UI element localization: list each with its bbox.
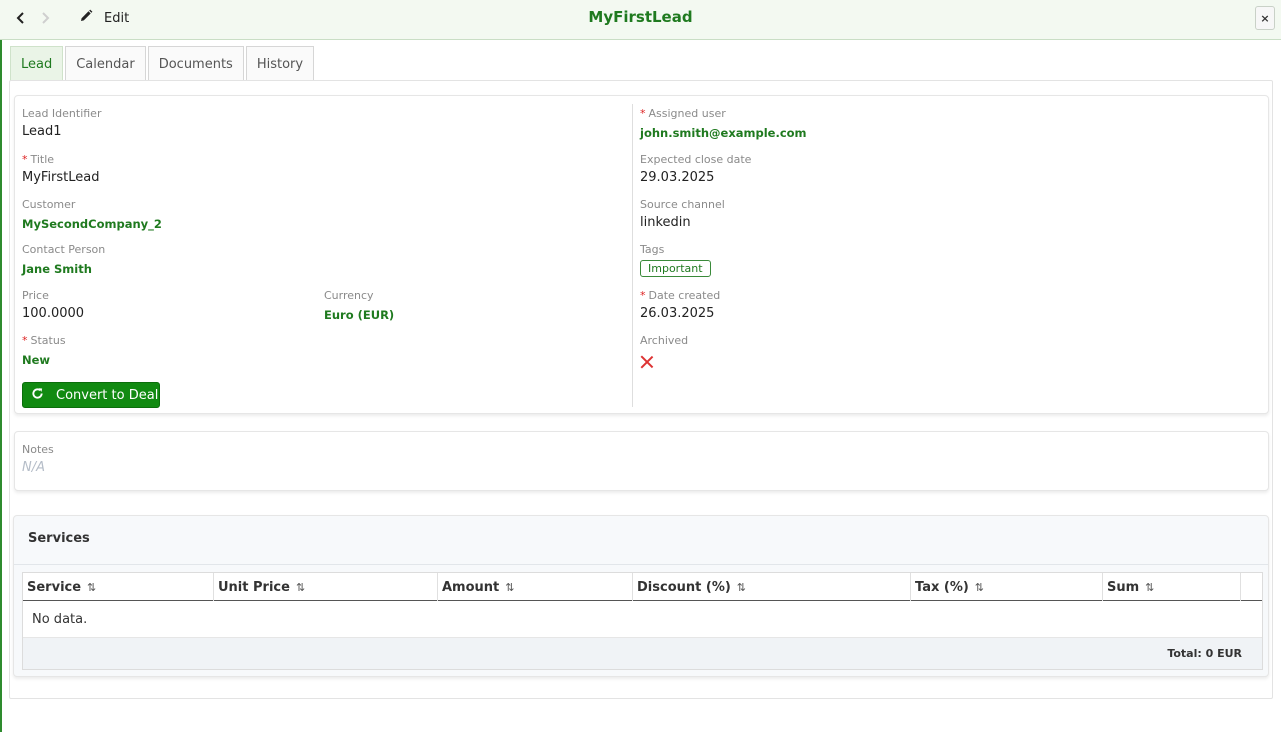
required-asterisk: * (22, 334, 28, 347)
column-label: Amount (442, 579, 500, 595)
contact-person-field: Contact Person Jane Smith (22, 242, 105, 276)
column-header-sum[interactable]: Sum ⇅ (1103, 573, 1241, 601)
customer-field: Customer MySecondCompany_2 (22, 197, 162, 231)
currency-link[interactable]: Euro (EUR) (324, 308, 394, 322)
assigned-user-field: * Assigned user john.smith@example.com (640, 106, 807, 140)
title-field: * Title MyFirstLead (22, 152, 100, 185)
column-divider (632, 104, 633, 407)
source-channel-value: linkedin (640, 215, 691, 230)
empty-message: No data. (23, 601, 1262, 638)
services-card: Services Service ⇅ Unit Price ⇅ Amount ⇅ Di… (13, 515, 1269, 677)
window-edge (0, 0, 2, 732)
archived-field: Archived (640, 333, 688, 369)
convert-to-deal-button[interactable]: Convert to Deal (22, 382, 160, 408)
table-header: Service ⇅ Unit Price ⇅ Amount ⇅ Discount (%… (23, 573, 1262, 601)
source-channel-field: Source channel linkedin (640, 197, 725, 230)
date-created-value: 26.03.2025 (640, 306, 715, 321)
column-label: Service (27, 579, 82, 595)
column-label: Tax (%) (915, 579, 969, 595)
title-label: Title (30, 153, 55, 166)
customer-label: Customer (22, 198, 76, 211)
expected-close-date-field: Expected close date 29.03.2025 (640, 152, 751, 185)
sort-icon: ⇅ (974, 580, 985, 594)
sort-icon: ⇅ (505, 580, 515, 594)
status-label: Status (30, 334, 66, 347)
section-divider (14, 564, 1268, 565)
notes-label: Notes (22, 443, 54, 456)
date-created-label: Date created (648, 289, 721, 302)
required-asterisk: * (640, 289, 646, 302)
status-field: * Status New (22, 333, 66, 367)
tab-calendar[interactable]: Calendar (65, 46, 146, 81)
column-label: Unit Price (218, 579, 290, 595)
lead-identifier-field: Lead Identifier Lead1 (22, 106, 101, 139)
page-title: MyFirstLead (588, 8, 693, 26)
assigned-user-link[interactable]: john.smith@example.com (640, 126, 807, 140)
source-channel-label: Source channel (640, 198, 725, 211)
date-created-field: * Date created 26.03.2025 (640, 288, 720, 321)
close-button[interactable]: × (1255, 6, 1275, 30)
column-header-tax[interactable]: Tax (%) ⇅ (911, 573, 1103, 601)
table-footer: Total: 0 EUR (23, 638, 1262, 669)
archived-label: Archived (640, 334, 689, 347)
column-label: Sum (1107, 579, 1140, 595)
services-table: Service ⇅ Unit Price ⇅ Amount ⇅ Discount (%… (22, 572, 1263, 670)
lead-identifier-label: Lead Identifier (22, 107, 102, 120)
assigned-user-label: Assigned user (648, 107, 726, 120)
status-link[interactable]: New (22, 353, 66, 367)
currency-label: Currency (324, 289, 374, 302)
sort-icon: ⇅ (736, 580, 746, 594)
column-header-unit-price[interactable]: Unit Price ⇅ (214, 573, 438, 601)
tab-history[interactable]: History (245, 46, 315, 81)
tab-documents[interactable]: Documents (147, 46, 244, 81)
price-value: 100.0000 (22, 306, 85, 321)
tab-lead[interactable]: Lead (10, 46, 64, 81)
services-title: Services (28, 531, 90, 546)
tags-label: Tags (640, 243, 665, 256)
tag-badge[interactable]: Important (640, 260, 711, 277)
contact-person-link[interactable]: Jane Smith (22, 262, 105, 276)
notes-card: Notes N/A (14, 431, 1269, 491)
tab-bar: Lead Calendar Documents History (10, 46, 316, 81)
refresh-icon (31, 387, 44, 404)
top-bar: Edit MyFirstLead × (0, 0, 1281, 40)
sort-icon: ⇅ (295, 580, 306, 594)
sort-icon: ⇅ (1145, 580, 1155, 594)
column-header-service[interactable]: Service ⇅ (23, 573, 214, 601)
sort-icon: ⇅ (87, 580, 97, 594)
column-header-amount[interactable]: Amount ⇅ (438, 573, 633, 601)
notes-value: N/A (22, 460, 45, 475)
price-field: Price 100.0000 (22, 288, 84, 321)
lead-identifier-value: Lead1 (22, 124, 62, 139)
expected-close-date-value: 29.03.2025 (640, 170, 715, 185)
column-header-spacer (1241, 573, 1262, 601)
customer-link[interactable]: MySecondCompany_2 (22, 217, 162, 231)
contact-person-label: Contact Person (22, 243, 106, 256)
lead-details-card: Lead Identifier Lead1 * Title MyFirstLead… (14, 95, 1269, 414)
notes-field: Notes N/A (22, 442, 54, 475)
required-asterisk: * (640, 107, 646, 120)
price-label: Price (22, 289, 49, 302)
convert-to-deal-label: Convert to Deal (56, 387, 159, 403)
required-asterisk: * (22, 153, 28, 166)
column-label: Discount (%) (637, 579, 731, 595)
cross-icon (640, 355, 654, 369)
expected-close-date-label: Expected close date (640, 153, 752, 166)
total-label: Total: 0 EUR (1167, 647, 1242, 660)
tags-field: Tags Important (640, 242, 711, 277)
currency-field: Currency Euro (EUR) (324, 288, 394, 322)
column-header-discount[interactable]: Discount (%) ⇅ (633, 573, 911, 601)
title-value: MyFirstLead (22, 170, 100, 185)
